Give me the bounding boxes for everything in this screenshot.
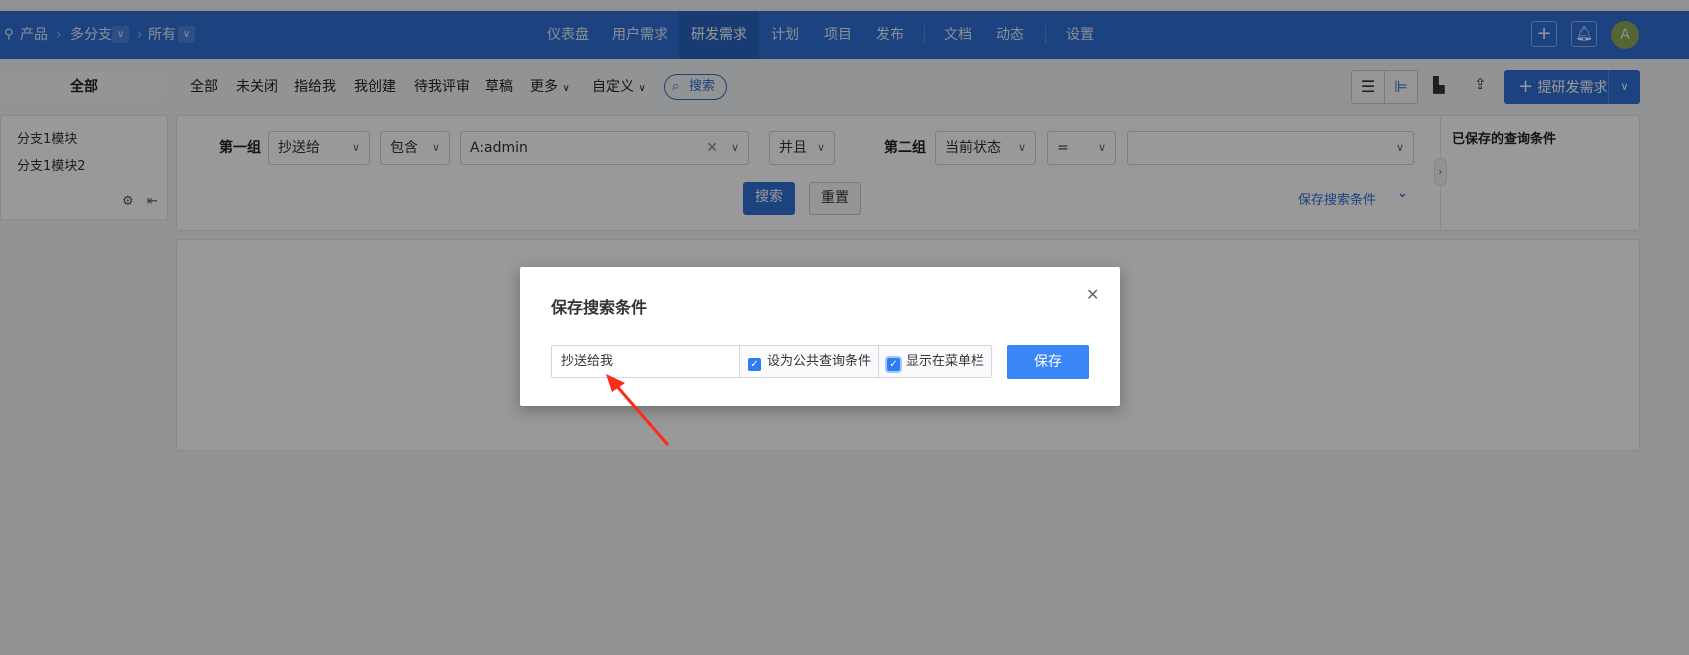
annotation-arrow <box>606 374 670 446</box>
arrow-head <box>606 374 625 392</box>
arrow-shaft <box>613 383 670 446</box>
